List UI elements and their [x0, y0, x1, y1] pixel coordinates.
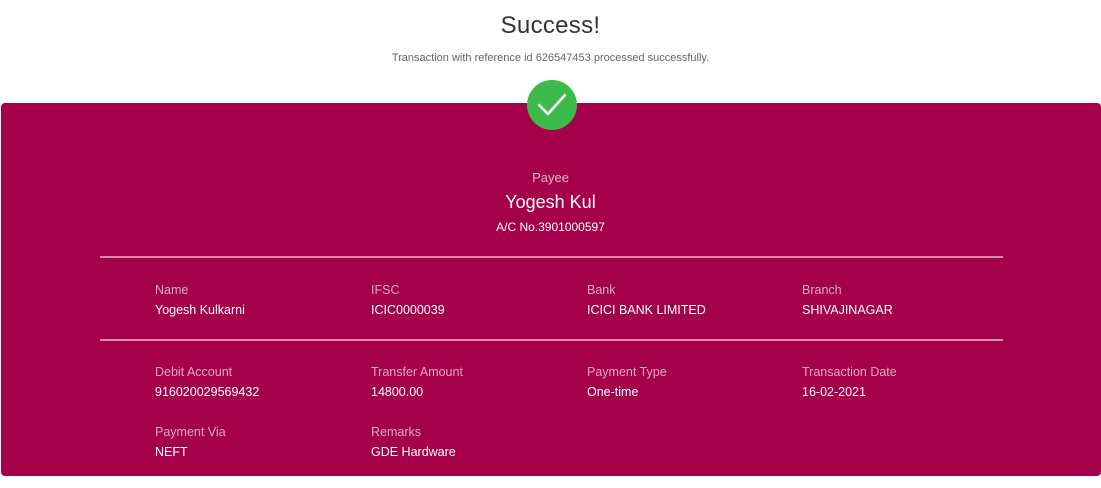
field-branch: Branch SHIVAJINAGAR	[802, 282, 1002, 318]
field-value: ICIC0000039	[371, 303, 445, 317]
page-title: Success!	[500, 12, 601, 39]
field-remarks: Remarks GDE Hardware	[371, 424, 571, 460]
check-circle-icon	[527, 80, 577, 130]
field-label: Remarks	[371, 425, 422, 439]
field-value: GDE Hardware	[371, 445, 456, 459]
payee-account-number: A/C No.3901000597	[496, 220, 605, 234]
payee-label: Payee	[532, 170, 569, 185]
field-ifsc: IFSC ICIC0000039	[371, 282, 571, 318]
field-value: One-time	[587, 385, 639, 399]
field-label: Payment Type	[587, 365, 667, 379]
field-value: ICICI BANK LIMITED	[587, 303, 706, 317]
field-transaction-date: Transaction Date 16-02-2021	[802, 364, 1002, 400]
divider	[100, 256, 1003, 258]
field-label: Transaction Date	[802, 365, 897, 379]
success-message: Transaction with reference id 626547453 …	[391, 52, 710, 64]
field-name: Name Yogesh Kulkarni	[155, 282, 355, 318]
divider	[100, 339, 1003, 341]
field-payment-type: Payment Type One-time	[587, 364, 787, 400]
field-value: 916020029569432	[155, 385, 260, 399]
field-value: 14800.00	[371, 385, 424, 399]
field-transfer-amount: Transfer Amount 14800.00	[371, 364, 571, 400]
field-label: Name	[155, 283, 189, 297]
field-value: Yogesh Kulkarni	[155, 303, 245, 317]
field-label: IFSC	[371, 283, 400, 297]
field-value: NEFT	[155, 445, 188, 459]
transaction-success-page: Success! Transaction with reference id 6…	[0, 0, 1101, 488]
payee-name: Yogesh Kul	[505, 192, 596, 212]
field-label: Branch	[802, 283, 842, 297]
field-bank: Bank ICICI BANK LIMITED	[587, 282, 787, 318]
field-debit-account: Debit Account 916020029569432	[155, 364, 355, 400]
field-value: 16-02-2021	[802, 385, 866, 399]
field-label: Payment Via	[155, 425, 226, 439]
field-label: Transfer Amount	[371, 365, 463, 379]
field-label: Bank	[587, 283, 616, 297]
field-payment-via: Payment Via NEFT	[155, 424, 355, 460]
field-label: Debit Account	[155, 365, 233, 379]
field-value: SHIVAJINAGAR	[802, 303, 893, 317]
